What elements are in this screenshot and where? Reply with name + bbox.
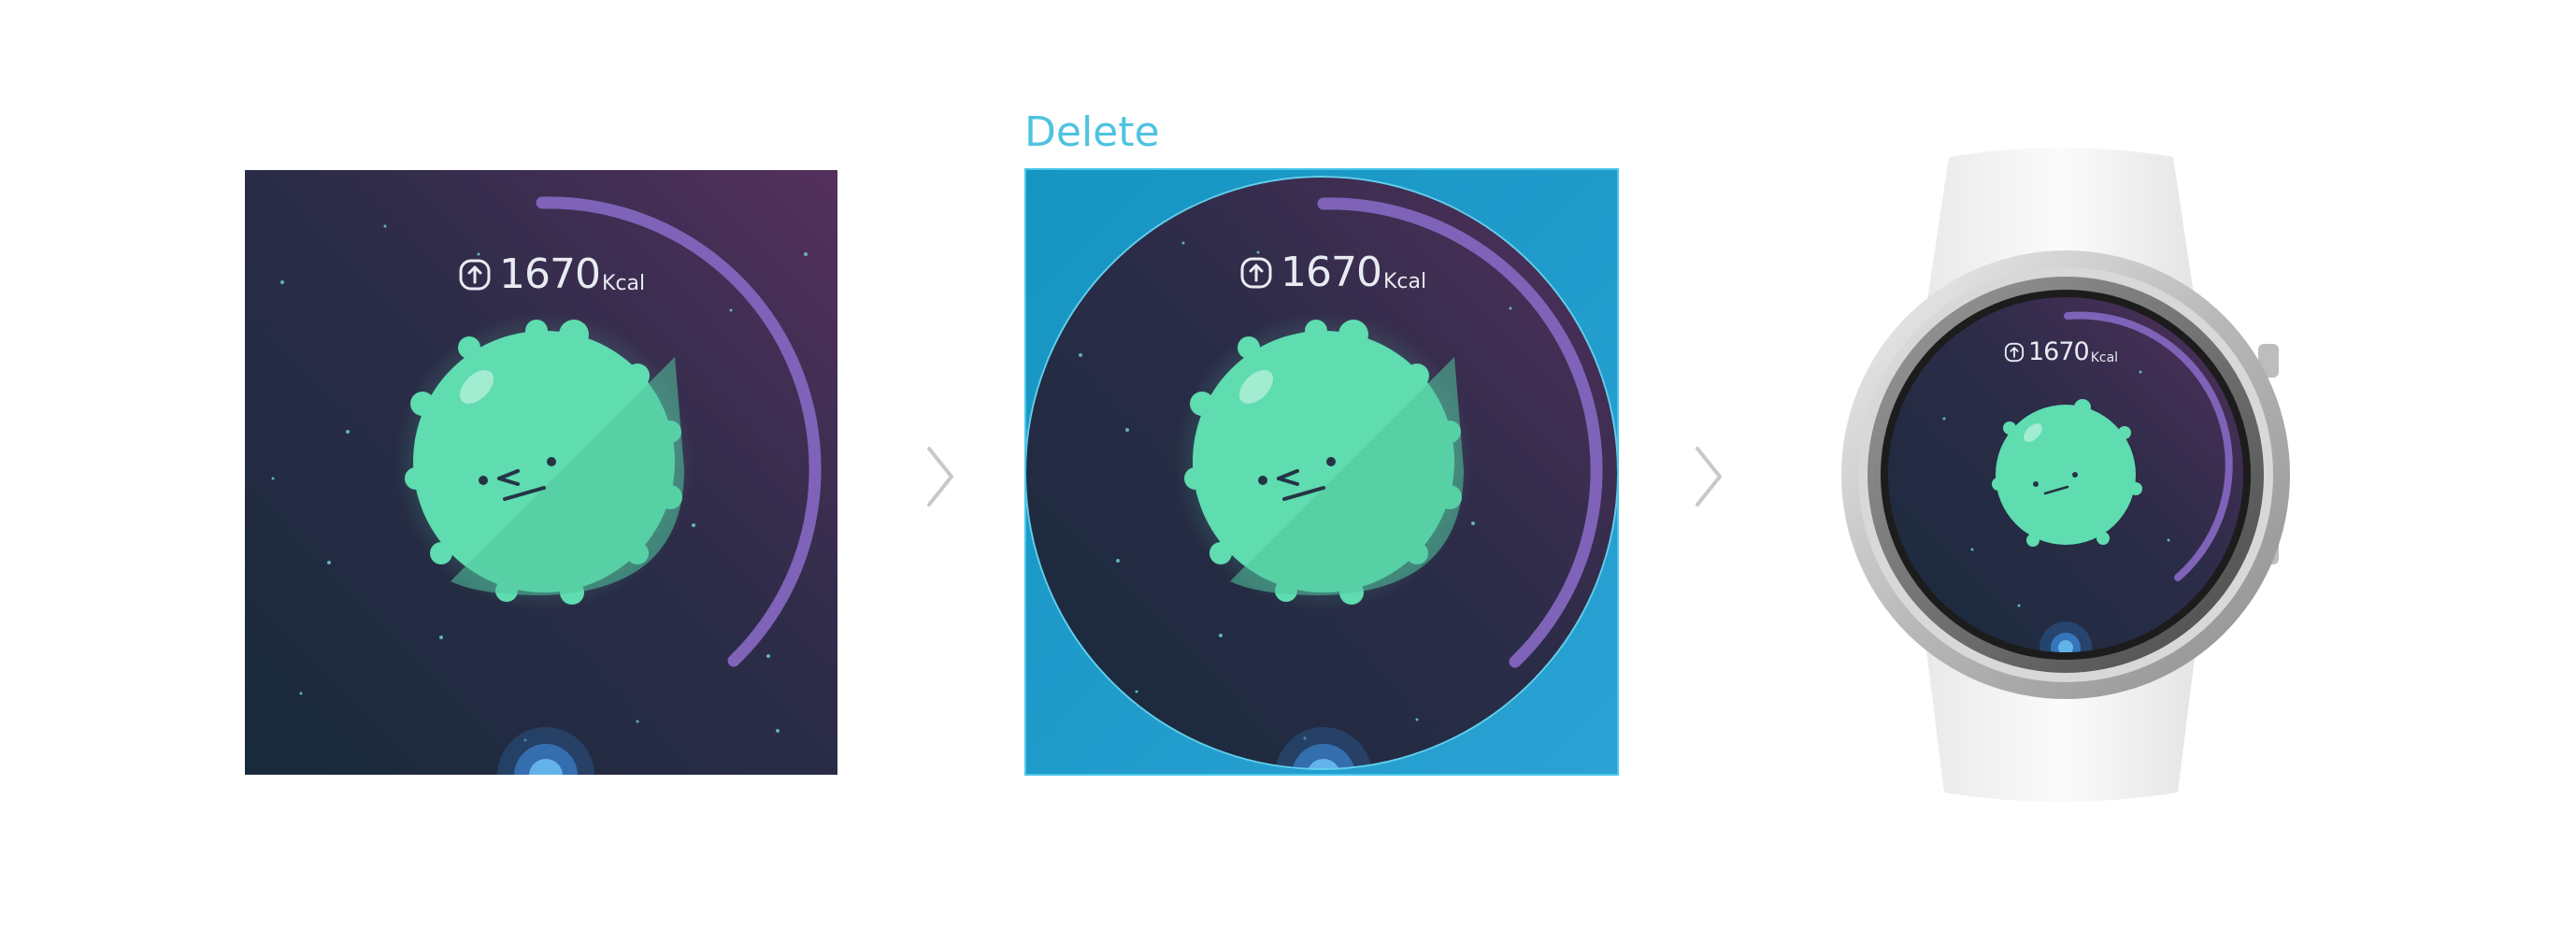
arrow-up-circle-icon: [1239, 256, 1273, 290]
calorie-unit: Kcal: [601, 272, 646, 295]
arrow-up-circle-icon: [2004, 342, 2025, 363]
calorie-unit: Kcal: [2090, 350, 2119, 365]
calorie-readout: 1670 Kcal: [2004, 336, 2118, 368]
square-screen-panel: 1670 Kcal: [245, 170, 837, 775]
watch-preview: 1670 Kcal: [1832, 138, 2290, 807]
circle-mask-panel: 1670 Kcal: [1024, 168, 1619, 776]
chevron-right-icon: [927, 447, 953, 507]
calorie-value: 1670: [2028, 337, 2090, 366]
calorie-readout: 1670 Kcal: [458, 250, 645, 300]
calorie-value: 1670: [499, 250, 601, 298]
delete-label: Delete: [1024, 108, 1160, 156]
calorie-unit: Kcal: [1382, 270, 1427, 293]
calorie-readout: 1670 Kcal: [1239, 248, 1426, 298]
chevron-right-icon: [1696, 447, 1722, 507]
watch-art: [1841, 148, 2290, 802]
calorie-value: 1670: [1281, 249, 1382, 296]
arrow-up-circle-icon: [458, 258, 492, 292]
